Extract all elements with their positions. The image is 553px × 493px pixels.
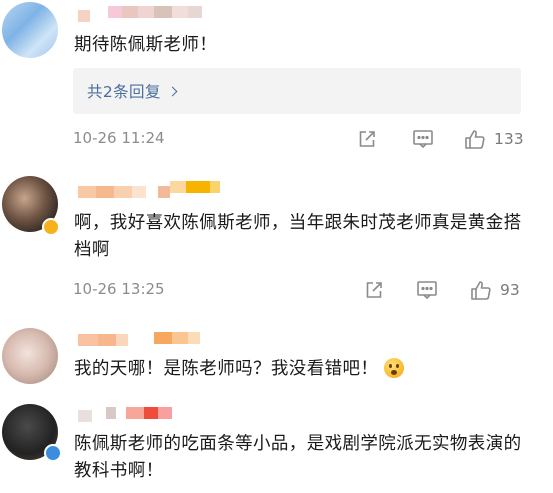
username-mosaic[interactable] <box>78 6 202 22</box>
verified-badge-icon <box>42 218 60 236</box>
username-mosaic[interactable] <box>78 181 220 198</box>
username-mosaic[interactable] <box>78 330 200 346</box>
comment-text: 我的天哪！是陈老师吗？我没看错吧！ <box>74 356 534 383</box>
comment-icon[interactable] <box>412 129 434 149</box>
reply-thread-button[interactable]: 共2条回复 <box>73 68 521 114</box>
timestamp: 10-26 11:24 <box>73 129 165 147</box>
share-icon[interactable] <box>357 129 377 149</box>
like-count: 133 <box>494 130 524 148</box>
verified-badge-icon <box>44 444 62 462</box>
reply-count-label[interactable]: 共2条回复 <box>87 80 178 102</box>
comment-text: 陈佩斯老师的吃面条等小品，是戏剧学院派无实物表演的教科书啊！ <box>74 434 522 481</box>
comment-meta: 10-26 11:24 133 <box>73 129 524 151</box>
share-icon[interactable] <box>364 280 384 300</box>
comment-icon[interactable] <box>416 280 438 300</box>
timestamp: 10-26 13:25 <box>73 280 165 298</box>
comment-text: 期待陈佩斯老师！ <box>74 35 218 55</box>
avatar[interactable] <box>2 2 58 58</box>
scream-emoji-icon <box>384 358 405 378</box>
like-count: 93 <box>500 281 520 299</box>
username-mosaic[interactable] <box>78 407 172 422</box>
comment-feed: 期待陈佩斯老师！ 共2条回复 10-26 11:24 133 啊，我好喜欢陈佩斯… <box>0 0 553 493</box>
like-icon[interactable] <box>470 280 492 301</box>
like-icon[interactable] <box>464 129 486 150</box>
comment-text: 啊，我好喜欢陈佩斯老师，当年跟朱时茂老师真是黄金搭档啊 <box>74 213 522 260</box>
avatar[interactable] <box>2 328 58 384</box>
comment-meta: 10-26 13:25 93 <box>73 280 523 302</box>
chevron-right-icon <box>167 86 178 97</box>
